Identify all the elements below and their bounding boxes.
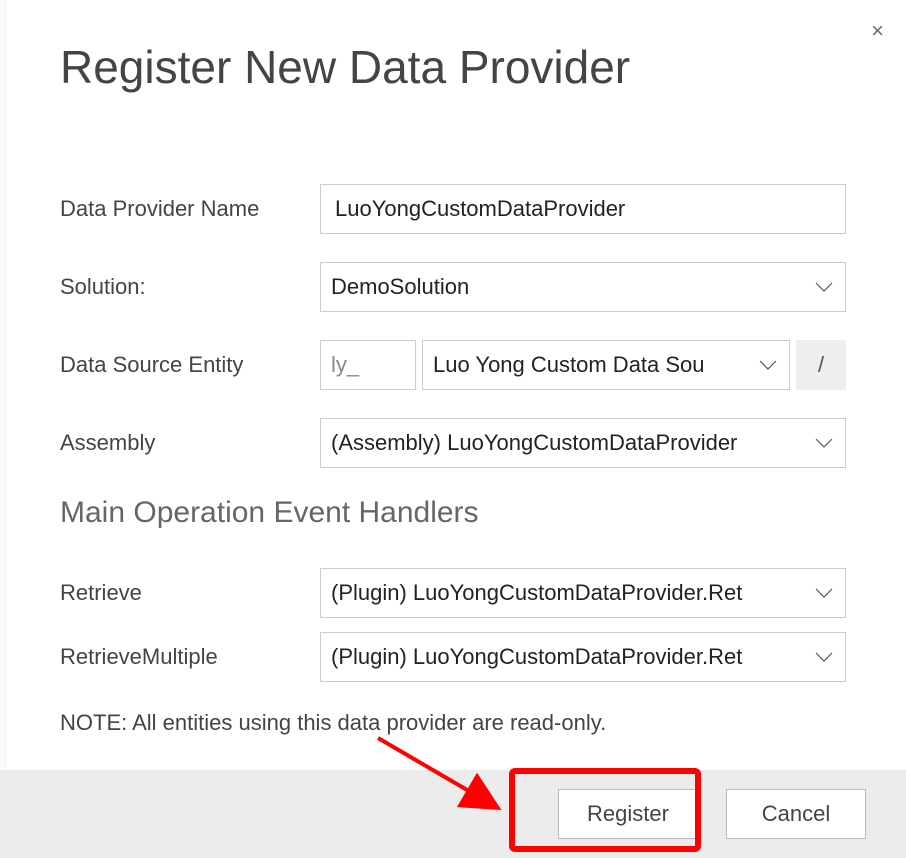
chevron-down-icon [815,588,833,598]
entity-select[interactable]: Luo Yong Custom Data Sou [422,340,790,390]
window-edge-strip [0,0,6,858]
register-data-provider-dialog: Register New Data Provider Data Provider… [0,0,906,736]
provider-name-row: Data Provider Name [60,184,846,234]
retrieve-label: Retrieve [60,580,320,606]
solution-select-value: DemoSolution [331,274,469,300]
retrieve-multiple-select-value: (Plugin) LuoYongCustomDataProvider.Ret [331,644,742,670]
close-icon[interactable]: × [871,20,884,42]
retrieve-row: Retrieve (Plugin) LuoYongCustomDataProvi… [60,568,846,618]
chevron-down-icon [759,360,777,370]
readonly-note: NOTE: All entities using this data provi… [60,710,846,736]
entity-row: Data Source Entity ly_ Luo Yong Custom D… [60,340,846,390]
entity-prefix-input[interactable]: ly_ [320,340,416,390]
assembly-select-value: (Assembly) LuoYongCustomDataProvider [331,430,737,456]
assembly-row: Assembly (Assembly) LuoYongCustomDataPro… [60,418,846,468]
cancel-button[interactable]: Cancel [726,789,866,839]
retrieve-multiple-row: RetrieveMultiple (Plugin) LuoYongCustomD… [60,632,846,682]
chevron-down-icon [815,282,833,292]
solution-row: Solution: DemoSolution [60,262,846,312]
chevron-down-icon [815,438,833,448]
dialog-title: Register New Data Provider [60,40,846,94]
assembly-label: Assembly [60,430,320,456]
chevron-down-icon [815,652,833,662]
retrieve-multiple-select[interactable]: (Plugin) LuoYongCustomDataProvider.Ret [320,632,846,682]
solution-select[interactable]: DemoSolution [320,262,846,312]
assembly-select[interactable]: (Assembly) LuoYongCustomDataProvider [320,418,846,468]
retrieve-multiple-label: RetrieveMultiple [60,644,320,670]
entity-select-value: Luo Yong Custom Data Sou [433,352,705,378]
dialog-footer: Register Cancel [0,770,906,858]
entity-label: Data Source Entity [60,352,320,378]
solution-label: Solution: [60,274,320,300]
provider-name-input[interactable] [320,184,846,234]
provider-name-label: Data Provider Name [60,196,320,222]
register-button[interactable]: Register [558,789,698,839]
entity-edit-button[interactable]: / [796,340,846,390]
event-handlers-heading: Main Operation Event Handlers [60,496,846,530]
retrieve-select-value: (Plugin) LuoYongCustomDataProvider.Ret [331,580,742,606]
retrieve-select[interactable]: (Plugin) LuoYongCustomDataProvider.Ret [320,568,846,618]
